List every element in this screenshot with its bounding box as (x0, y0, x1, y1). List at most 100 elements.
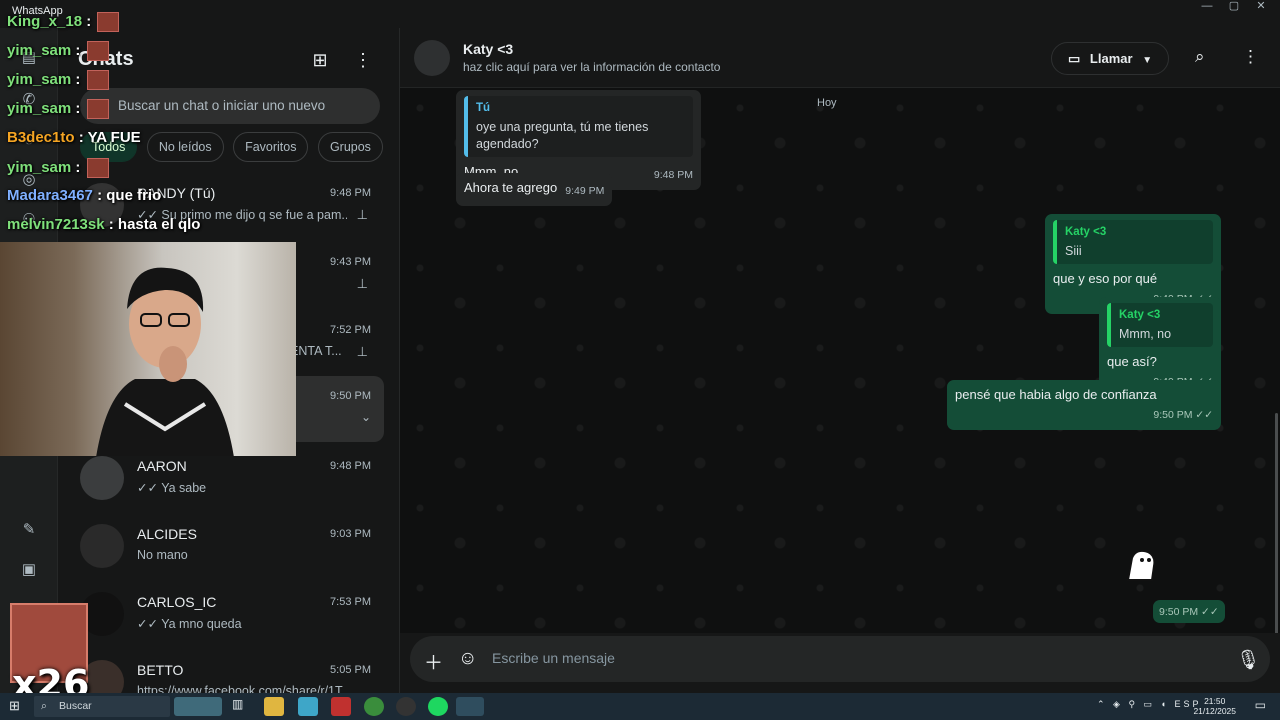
streamer-figure (96, 267, 234, 456)
taskbar-clock[interactable]: 21:50 21/12/2025 (1193, 696, 1236, 716)
chat-item[interactable]: ALCIDES 9:03 PM No mano (58, 514, 399, 580)
read-ticks-icon: ✓✓ (1201, 606, 1219, 618)
starred-icon[interactable]: ✎ (19, 520, 39, 540)
chrome-icon[interactable] (364, 697, 384, 716)
quoted-message[interactable]: Katy <3 Siii (1053, 220, 1213, 264)
stream-chat-line: Madara3467 : que frio (7, 187, 162, 204)
notification-icon[interactable]: ▭ (1255, 698, 1266, 712)
composer: ＋ ☺ Escribe un mensaje 🎙 (410, 636, 1270, 682)
media-icon[interactable]: ▣ (19, 560, 39, 580)
chat-time: 9:48 PM (330, 460, 371, 472)
message-text: que así? (1107, 354, 1157, 369)
chat-item[interactable]: BETTO 5:05 PM https://www.facebook.com/s… (58, 650, 399, 693)
contact-subtitle[interactable]: haz clic aquí para ver la información de… (463, 60, 720, 74)
stream-chat-line: yim_sam : (7, 158, 109, 178)
emote-icon (86, 99, 109, 119)
close-icon[interactable]: ✕ (1244, 0, 1278, 22)
chat-time: 9:03 PM (330, 528, 371, 540)
chat-preview: ENTA T... (290, 344, 342, 358)
pin-icon: ⊥ (356, 344, 368, 359)
menu-icon[interactable]: ⋮ (352, 50, 374, 72)
call-label: Llamar (1089, 51, 1133, 66)
task-view-icon[interactable]: ▥ (232, 697, 252, 716)
contact-avatar[interactable] (414, 40, 450, 76)
chat-time: 7:53 PM (330, 596, 371, 608)
quoted-message[interactable]: Katy <3 Mmm, no (1107, 303, 1213, 347)
message-input[interactable]: Escribe un mensaje (492, 650, 615, 666)
spotify-icon[interactable] (428, 697, 448, 716)
quote-author: Tú (476, 102, 491, 114)
chat-item[interactable]: CARLOS_IC 7:53 PM ✓✓ Ya mno queda (58, 582, 399, 648)
new-chat-icon[interactable]: ⊞ (309, 50, 331, 72)
filter-groups[interactable]: Grupos (317, 132, 383, 162)
stream-chat-line: yim_sam : (7, 99, 109, 119)
stream-chat-line: melvin7213sk : hasta el qlo (7, 216, 201, 233)
obs-icon[interactable] (396, 697, 416, 716)
chat-preview: ✓✓ Ya sabe (137, 481, 207, 495)
quote-text: oye una pregunta, tú me tienes agendado? (476, 120, 649, 151)
menu-icon[interactable]: ⋮ (1242, 47, 1259, 67)
search-icon[interactable]: ⌕ (1195, 47, 1205, 67)
clock-date: 21/12/2025 (1193, 706, 1236, 716)
chat-name: AARON (137, 458, 187, 474)
search-input[interactable]: Buscar un chat o iniciar uno nuevo (80, 88, 380, 124)
conversation-panel: Katy <3 haz clic aquí para ver la inform… (400, 28, 1280, 693)
taskbar-search[interactable]: ⌕ Buscar (34, 696, 170, 717)
search-icon: ⌕ (41, 700, 47, 712)
emote-icon (97, 12, 120, 32)
conversation-header[interactable]: Katy <3 haz clic aquí para ver la inform… (400, 28, 1280, 88)
system-tray[interactable]: ⌃ ◈ ⚲ ▭ ◖ ESP (1097, 699, 1202, 710)
video-icon: ▭ (1068, 51, 1081, 66)
quote-author: Katy <3 (1119, 309, 1161, 321)
message-time: 9:50 PM ✓✓ (1159, 606, 1219, 618)
whatsapp-taskbar-icon[interactable] (456, 697, 484, 716)
sticker-image[interactable] (1120, 544, 1160, 584)
emote-icon (86, 70, 109, 90)
attach-plus-icon[interactable]: ＋ (424, 648, 443, 675)
message-scrollbar[interactable] (1275, 413, 1278, 633)
widget-icon[interactable] (174, 697, 222, 716)
chat-time: 9:43 PM (330, 256, 371, 268)
pin-icon: ⊥ (356, 276, 368, 291)
message-text: Ahora te agrego (464, 180, 558, 195)
quote-text: Siii (1065, 244, 1082, 258)
chat-name: BETTO (137, 662, 184, 678)
message-time: 9:48 PM (653, 169, 693, 181)
message-bubble[interactable]: pensé que habia algo de confianza 9:50 P… (947, 380, 1221, 430)
avatar (80, 456, 124, 500)
title-bar: WhatsApp — ▢ ✕ (0, 0, 1280, 28)
quote-author: Katy <3 (1065, 226, 1107, 238)
windows-start-icon[interactable]: ⊞ (9, 698, 20, 714)
chat-time: 9:48 PM (330, 187, 371, 199)
emoji-icon[interactable]: ☺ (458, 648, 477, 670)
chat-time: 7:52 PM (330, 324, 371, 336)
stream-chat-line: yim_sam : (7, 41, 109, 61)
chat-name: CARLOS_IC (137, 594, 217, 610)
caret-down-icon: ▼ (1142, 55, 1153, 66)
read-ticks-icon: ✓✓ (1195, 409, 1213, 421)
chat-preview: https://www.facebook.com/share/r/1T... (137, 684, 347, 693)
file-explorer-icon[interactable] (264, 697, 284, 716)
filter-favorites[interactable]: Favoritos (233, 132, 309, 162)
microphone-icon[interactable]: 🎙 (1236, 648, 1260, 672)
quote-text: Mmm, no (1119, 327, 1172, 341)
day-separator: Hoy (817, 97, 837, 109)
filter-unread[interactable]: No leídos (146, 132, 224, 162)
stream-chat-line: King_x_18 : (7, 12, 120, 32)
stream-chat-line: B3dec1to : YA FUE (7, 129, 141, 146)
quoted-message[interactable]: Tú oye una pregunta, tú me tienes agenda… (464, 96, 693, 157)
message-bubble[interactable]: Ahora te agrego 9:49 PM (456, 173, 613, 206)
message-time: 9:49 PM (565, 185, 605, 197)
message-text: que y eso por qué (1053, 271, 1158, 286)
chat-time: 5:05 PM (330, 664, 371, 676)
message-area: Hoy Tú oye una pregunta, tú me tienes ag… (400, 88, 1280, 633)
store-icon[interactable] (298, 697, 318, 716)
chat-preview: ✓✓ Ya mno queda (137, 617, 242, 631)
chevron-down-icon[interactable]: ⌄ (361, 410, 371, 424)
call-button[interactable]: ▭ Llamar ▼ (1051, 42, 1169, 75)
contact-name[interactable]: Katy <3 (463, 41, 513, 57)
clock-time: 21:50 (1204, 696, 1226, 706)
emote-icon (86, 41, 109, 61)
avatar (80, 524, 124, 568)
app-icon[interactable] (331, 697, 351, 716)
